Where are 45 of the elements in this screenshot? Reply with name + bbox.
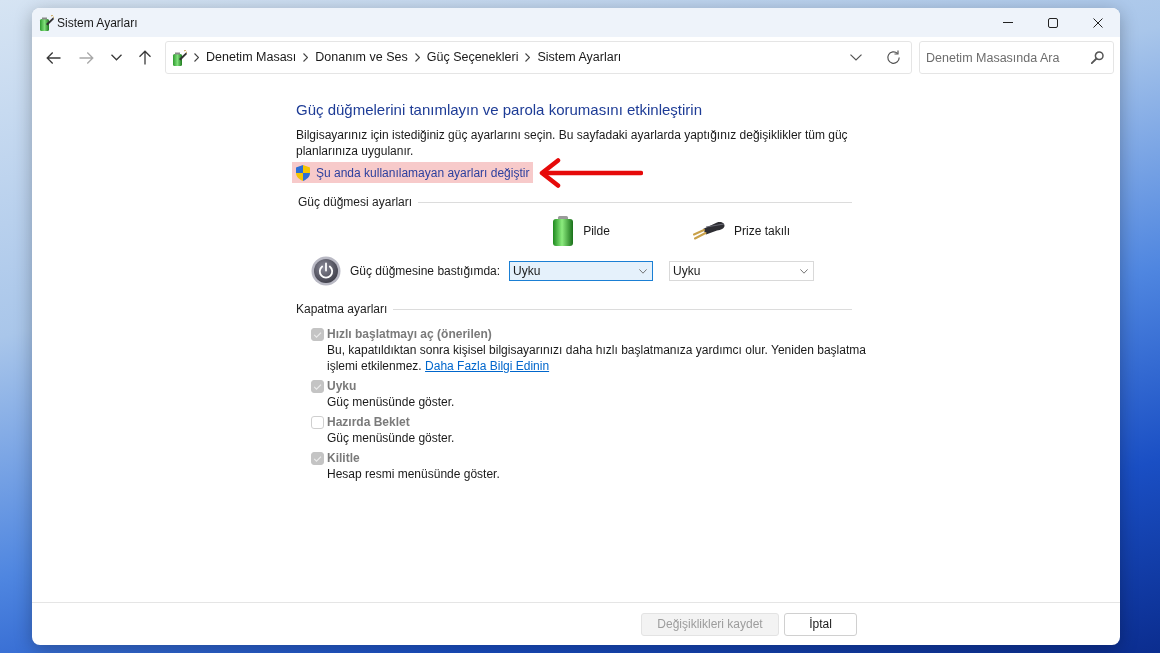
option-description: Güç menüsünde göster. xyxy=(326,394,456,410)
battery-plug-icon xyxy=(38,14,54,31)
close-icon[interactable] xyxy=(1092,17,1103,28)
cancel-button[interactable]: İptal xyxy=(784,612,857,636)
power-icon xyxy=(311,256,341,286)
arrow-left-icon[interactable] xyxy=(45,50,61,65)
setting-label: Güç düğmesine bastığımda: xyxy=(350,263,501,280)
column-header: Prize takılı xyxy=(734,223,790,240)
column-header: Pilde xyxy=(583,223,610,240)
option-label: Kilitle xyxy=(327,450,360,466)
breadcrumb-item[interactable]: Güç Seçenekleri xyxy=(426,48,519,67)
chevron-down-icon[interactable] xyxy=(850,54,862,61)
refresh-icon[interactable] xyxy=(886,50,901,65)
chevron-down-icon[interactable] xyxy=(110,54,122,61)
dropdown[interactable]: Uyku xyxy=(509,261,653,281)
battery-plug-icon xyxy=(171,49,187,66)
search-field[interactable]: Denetim Masasında Ara xyxy=(919,41,1114,74)
battery-icon xyxy=(552,216,575,246)
option-description: Bu, kapatıldıktan sonra kişisel bilgisayarınızı daha hızlı başlatmanıza yardımcı olur. Yeniden başlatma işlemi etkilenmez. Daha Fazla Bilgi Edinin xyxy=(326,342,867,374)
option-description: Hesap resmi menüsünde göster. xyxy=(326,466,501,482)
search-icon[interactable] xyxy=(1091,51,1104,64)
page-description: Bilgisayarınız için istediğiniz güç ayarlarını seçin. Bu sayfadaki ayarlarda yaptığınız değişiklikler tüm güç planlarınıza uygulanır. xyxy=(296,127,849,159)
admin-settings-link[interactable]: Şu anda kullanılamayan ayarları değiştir xyxy=(292,162,534,183)
section-title: Kapatma ayarları xyxy=(296,301,388,317)
window-title: Sistem Ayarları xyxy=(57,14,138,32)
section-title: Güç düğmesi ayarları xyxy=(298,194,413,210)
breadcrumb-item[interactable]: Denetim Masası xyxy=(206,48,297,67)
option-label: Uyku xyxy=(327,378,357,394)
arrow-up-icon[interactable] xyxy=(138,50,152,65)
address-bar[interactable]: Denetim Masası Donanım ve Ses Güç Seçenekleri Sistem Ayarları xyxy=(165,41,912,74)
chevron-right-icon[interactable] xyxy=(194,53,199,62)
breadcrumb-item[interactable]: Donanım ve Ses xyxy=(315,48,408,67)
minimize-icon[interactable] xyxy=(1002,22,1013,23)
option-label: Hazırda Beklet xyxy=(327,414,410,430)
chevron-right-icon[interactable] xyxy=(303,53,309,62)
chevron-right-icon[interactable] xyxy=(525,53,531,62)
option-label: Hızlı başlatmayı aç (önerilen) xyxy=(327,326,492,342)
page-heading: Güç düğmelerini tanımlayın ve parola korumasını etkinleştirin xyxy=(296,100,704,120)
dropdown[interactable]: Uyku xyxy=(669,261,814,281)
plug-icon xyxy=(693,221,725,241)
chevron-right-icon[interactable] xyxy=(414,53,420,62)
option-description: Güç menüsünde göster. xyxy=(326,430,456,446)
shield-icon xyxy=(296,164,310,181)
breadcrumb-item[interactable]: Sistem Ayarları xyxy=(537,48,622,67)
maximize-icon[interactable] xyxy=(1047,17,1058,28)
